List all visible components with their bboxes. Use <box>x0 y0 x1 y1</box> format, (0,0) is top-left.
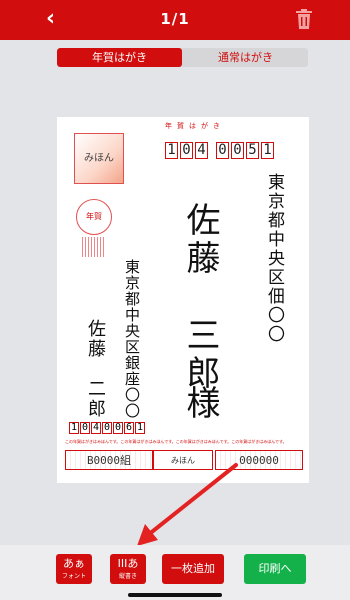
zip-digit: 0 <box>102 422 112 434</box>
home-indicator <box>128 593 222 597</box>
hagaki-label: 年賀はがき <box>165 122 225 130</box>
zip-digit: 0 <box>80 422 90 434</box>
stamp-text: みほん <box>84 153 114 164</box>
zip-digit: 5 <box>246 142 259 159</box>
go-to-print-button[interactable]: 印刷へ <box>244 554 306 584</box>
font-icon: あぁ <box>63 557 85 570</box>
zip-digit: 1 <box>69 422 79 434</box>
recipient-given-name: 三郎 <box>180 317 220 393</box>
lottery-sample: みほん <box>153 450 213 470</box>
sender-given-name: 二郎 <box>85 379 106 419</box>
zip-digit: 1 <box>165 142 178 159</box>
trash-icon <box>296 9 312 29</box>
stamp-sample: みほん <box>74 133 124 184</box>
recipient-address: 東京都中央区佃〇〇 <box>264 173 284 344</box>
tab-nenga-hagaki[interactable]: 年賀はがき <box>57 48 182 67</box>
zip-digit: 0 <box>113 422 123 434</box>
recipient-honorific: 様 <box>180 385 220 419</box>
zip-digit: 0 <box>216 142 229 159</box>
lottery-group: B0000組 <box>65 450 153 470</box>
zip-digit: 0 <box>231 142 244 159</box>
zip-digit: 4 <box>91 422 101 434</box>
zip-digit: 4 <box>195 142 208 159</box>
nenga-text: 年賀 <box>86 212 102 221</box>
add-card-button[interactable]: 一枚追加 <box>162 554 224 584</box>
lottery-number: 000000 <box>215 450 303 470</box>
sender-zip: 1 0 4 0 0 6 1 <box>69 422 146 434</box>
zip-digit: 1 <box>261 142 274 159</box>
postmark-lines <box>82 237 106 257</box>
sender-family-name: 佐藤 <box>85 319 106 359</box>
postcard-preview[interactable]: みほん 年賀 年賀はがき 1 0 4 0 0 5 1 東京都中央区佃〇〇 佐藤 … <box>57 117 309 483</box>
sample-fine-print: この年賀はがきはみほんです。この年賀はがきはみほんです。この年賀はがきはみほんで… <box>65 439 287 444</box>
zip-digit: 1 <box>135 422 145 434</box>
zip-digit: 0 <box>180 142 193 159</box>
nenga-mark: 年賀 <box>76 199 112 235</box>
vertical-writing-icon: IIIあ <box>117 557 139 570</box>
vertical-writing-label: 縦書き <box>118 573 137 580</box>
font-button[interactable]: あぁ フォント <box>56 554 92 584</box>
card-type-switch: 年賀はがき 通常はがき <box>57 48 308 67</box>
vertical-writing-button[interactable]: IIIあ 縦書き <box>110 554 146 584</box>
recipient-family-name: 佐藤 <box>180 202 220 278</box>
zip-digit: 6 <box>124 422 134 434</box>
sender-address: 東京都中央区銀座〇〇 <box>123 259 141 419</box>
font-label: フォント <box>61 573 86 580</box>
tab-regular-hagaki[interactable]: 通常はがき <box>183 48 308 67</box>
recipient-zip: 1 0 4 0 0 5 1 <box>165 142 276 159</box>
top-bar: ‹ 1/1 <box>0 0 350 40</box>
bottom-toolbar: あぁ フォント IIIあ 縦書き 一枚追加 印刷へ <box>0 545 350 600</box>
delete-button[interactable] <box>296 9 312 29</box>
